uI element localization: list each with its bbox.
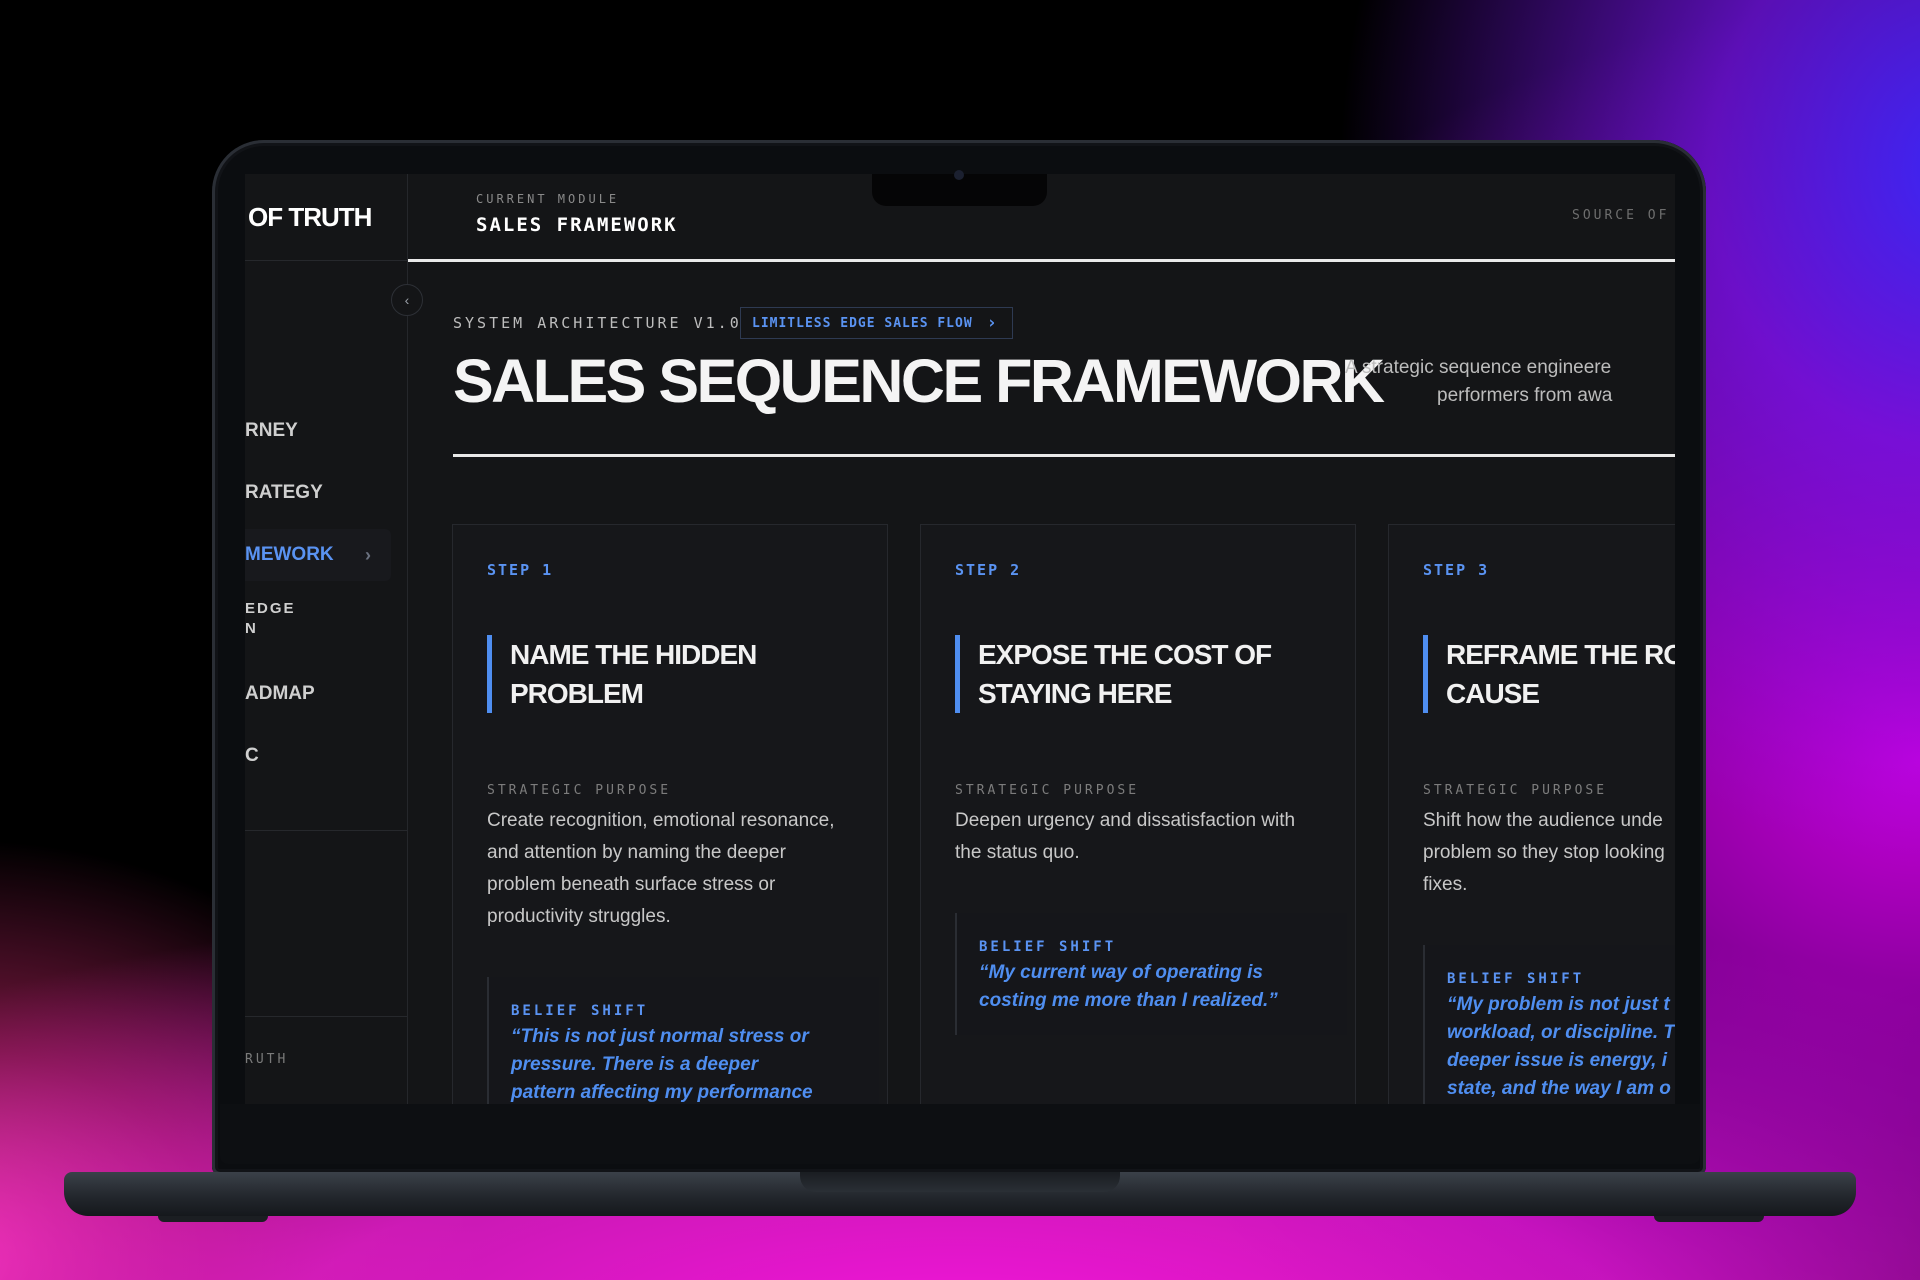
purpose-line: fixes. bbox=[1423, 874, 1468, 895]
chevron-left-icon: ‹ bbox=[404, 292, 410, 308]
page-title: SALES SEQUENCE FRAMEWORK bbox=[453, 347, 1385, 415]
sidebar-footer-label: RUTH bbox=[245, 1052, 289, 1067]
quote-line: pressure. There is a deeper bbox=[511, 1054, 759, 1075]
step-title-line: EXPOSE THE COST OF bbox=[978, 639, 1272, 670]
quote-line: “My problem is not just t bbox=[1447, 994, 1670, 1015]
system-architecture-kicker: SYSTEM ARCHITECTURE V1.0 bbox=[453, 314, 742, 332]
step-label: STEP 1 bbox=[487, 561, 554, 579]
quote-line: “This is not just normal stress or bbox=[511, 1026, 809, 1047]
brand-logo[interactable]: OF TRUTH bbox=[248, 202, 372, 233]
sidebar-divider bbox=[245, 830, 407, 831]
step-title: EXPOSE THE COST OF STAYING HERE bbox=[955, 635, 1272, 713]
camera-icon bbox=[954, 170, 964, 180]
belief-shift-quote: “This is not just normal stress or press… bbox=[511, 1023, 859, 1104]
step-label: STEP 2 bbox=[955, 561, 1022, 579]
sidebar-item-edge[interactable]: EDGE N bbox=[245, 593, 391, 645]
page-description: A strategic sequence engineere performer… bbox=[1345, 354, 1675, 410]
sidebar: OF TRUTH RNEY RATEGY MEWORK › EDGE N ADM… bbox=[245, 174, 408, 1104]
step-card[interactable]: STEP 3 REFRAME THE ROO CAUSE STRATEGIC P… bbox=[1388, 524, 1675, 1104]
chevron-right-icon: › bbox=[986, 313, 998, 333]
sidebar-item-label: RNEY bbox=[245, 420, 298, 441]
purpose-line: Create recognition, emotional resonance, bbox=[487, 810, 835, 831]
strategic-purpose-label: STRATEGIC PURPOSE bbox=[955, 783, 1140, 798]
sidebar-collapse-button[interactable]: ‹ bbox=[391, 284, 423, 316]
laptop-chin bbox=[220, 1104, 1700, 1164]
sidebar-item-journey[interactable]: RNEY bbox=[245, 405, 391, 457]
step-title-line: REFRAME THE ROO bbox=[1446, 639, 1675, 670]
belief-shift-box: BELIEF SHIFT “This is not just normal st… bbox=[487, 977, 879, 1104]
step-title: REFRAME THE ROO CAUSE bbox=[1423, 635, 1675, 713]
belief-shift-box: BELIEF SHIFT “My problem is not just t w… bbox=[1423, 945, 1675, 1104]
belief-shift-quote: “My current way of operating is costing … bbox=[979, 959, 1327, 1015]
app-screen: OF TRUTH RNEY RATEGY MEWORK › EDGE N ADM… bbox=[245, 174, 1675, 1104]
step-title-line: CAUSE bbox=[1446, 678, 1540, 709]
belief-shift-label: BELIEF SHIFT bbox=[979, 939, 1117, 955]
sidebar-divider bbox=[245, 1016, 407, 1017]
flow-link-button[interactable]: LIMITLESS EDGE SALES FLOW › bbox=[740, 307, 1013, 339]
purpose-line: Deepen urgency and dissatisfaction with bbox=[955, 810, 1296, 831]
laptop-opening-lip bbox=[800, 1172, 1120, 1192]
flow-link-label: LIMITLESS EDGE SALES FLOW bbox=[752, 315, 973, 331]
purpose-line: the status quo. bbox=[955, 842, 1080, 863]
hero-divider bbox=[453, 454, 1675, 457]
strategic-purpose-text: Shift how the audience unde problem so t… bbox=[1423, 805, 1675, 901]
sidebar-item-label: MEWORK bbox=[245, 544, 334, 565]
header-divider bbox=[408, 259, 1675, 262]
belief-shift-label: BELIEF SHIFT bbox=[511, 1003, 649, 1019]
step-card[interactable]: STEP 1 NAME THE HIDDEN PROBLEM STRATEGIC… bbox=[452, 524, 888, 1104]
quote-line: costing me more than I realized.” bbox=[979, 990, 1278, 1011]
quote-line: pattern affecting my performance bbox=[511, 1082, 813, 1103]
belief-shift-box: BELIEF SHIFT “My current way of operatin… bbox=[955, 913, 1347, 1035]
laptop-foot bbox=[158, 1216, 268, 1222]
step-label: STEP 3 bbox=[1423, 561, 1490, 579]
sidebar-item-strategy[interactable]: RATEGY bbox=[245, 467, 391, 519]
current-module-title: SALES FRAMEWORK bbox=[476, 214, 678, 236]
page-description-line: performers from awa bbox=[1437, 385, 1613, 406]
belief-shift-label: BELIEF SHIFT bbox=[1447, 971, 1585, 987]
sidebar-item-label: C bbox=[245, 745, 259, 766]
strategic-purpose-label: STRATEGIC PURPOSE bbox=[487, 783, 672, 798]
sidebar-item-framework[interactable]: MEWORK › bbox=[245, 529, 391, 581]
step-title-line: PROBLEM bbox=[510, 678, 644, 709]
quote-line: state, and the way I am o bbox=[1447, 1078, 1671, 1099]
quote-line: workload, or discipline. T bbox=[1447, 1022, 1675, 1043]
step-title: NAME THE HIDDEN PROBLEM bbox=[487, 635, 757, 713]
chevron-right-icon: › bbox=[365, 544, 371, 565]
purpose-line: Shift how the audience unde bbox=[1423, 810, 1663, 831]
sidebar-item-roadmap[interactable]: ADMAP bbox=[245, 668, 391, 720]
header-source-label: SOURCE OF TR bbox=[1572, 208, 1675, 223]
purpose-line: and attention by naming the deeper bbox=[487, 842, 786, 863]
strategic-purpose-text: Create recognition, emotional resonance,… bbox=[487, 805, 859, 933]
strategic-purpose-label: STRATEGIC PURPOSE bbox=[1423, 783, 1608, 798]
purpose-line: problem beneath surface stress or bbox=[487, 874, 776, 895]
step-title-line: STAYING HERE bbox=[978, 678, 1172, 709]
quote-line: deeper issue is energy, i bbox=[1447, 1050, 1668, 1071]
step-card[interactable]: STEP 2 EXPOSE THE COST OF STAYING HERE S… bbox=[920, 524, 1356, 1104]
sidebar-item-misc[interactable]: C bbox=[245, 730, 391, 782]
sidebar-item-label: EDGE N bbox=[245, 600, 296, 637]
purpose-line: problem so they stop looking bbox=[1423, 842, 1665, 863]
current-module-kicker: CURRENT MODULE bbox=[476, 192, 620, 206]
page-description-line: A strategic sequence engineere bbox=[1345, 357, 1612, 378]
laptop-foot bbox=[1654, 1216, 1764, 1222]
quote-line: “My current way of operating is bbox=[979, 962, 1263, 983]
sidebar-item-label: RATEGY bbox=[245, 482, 323, 503]
purpose-line: productivity struggles. bbox=[487, 906, 671, 927]
strategic-purpose-text: Deepen urgency and dissatisfaction with … bbox=[955, 805, 1327, 869]
sidebar-divider bbox=[245, 260, 407, 261]
sidebar-item-label: ADMAP bbox=[245, 683, 315, 704]
step-title-line: NAME THE HIDDEN bbox=[510, 639, 757, 670]
belief-shift-quote: “My problem is not just t workload, or d… bbox=[1447, 991, 1675, 1103]
